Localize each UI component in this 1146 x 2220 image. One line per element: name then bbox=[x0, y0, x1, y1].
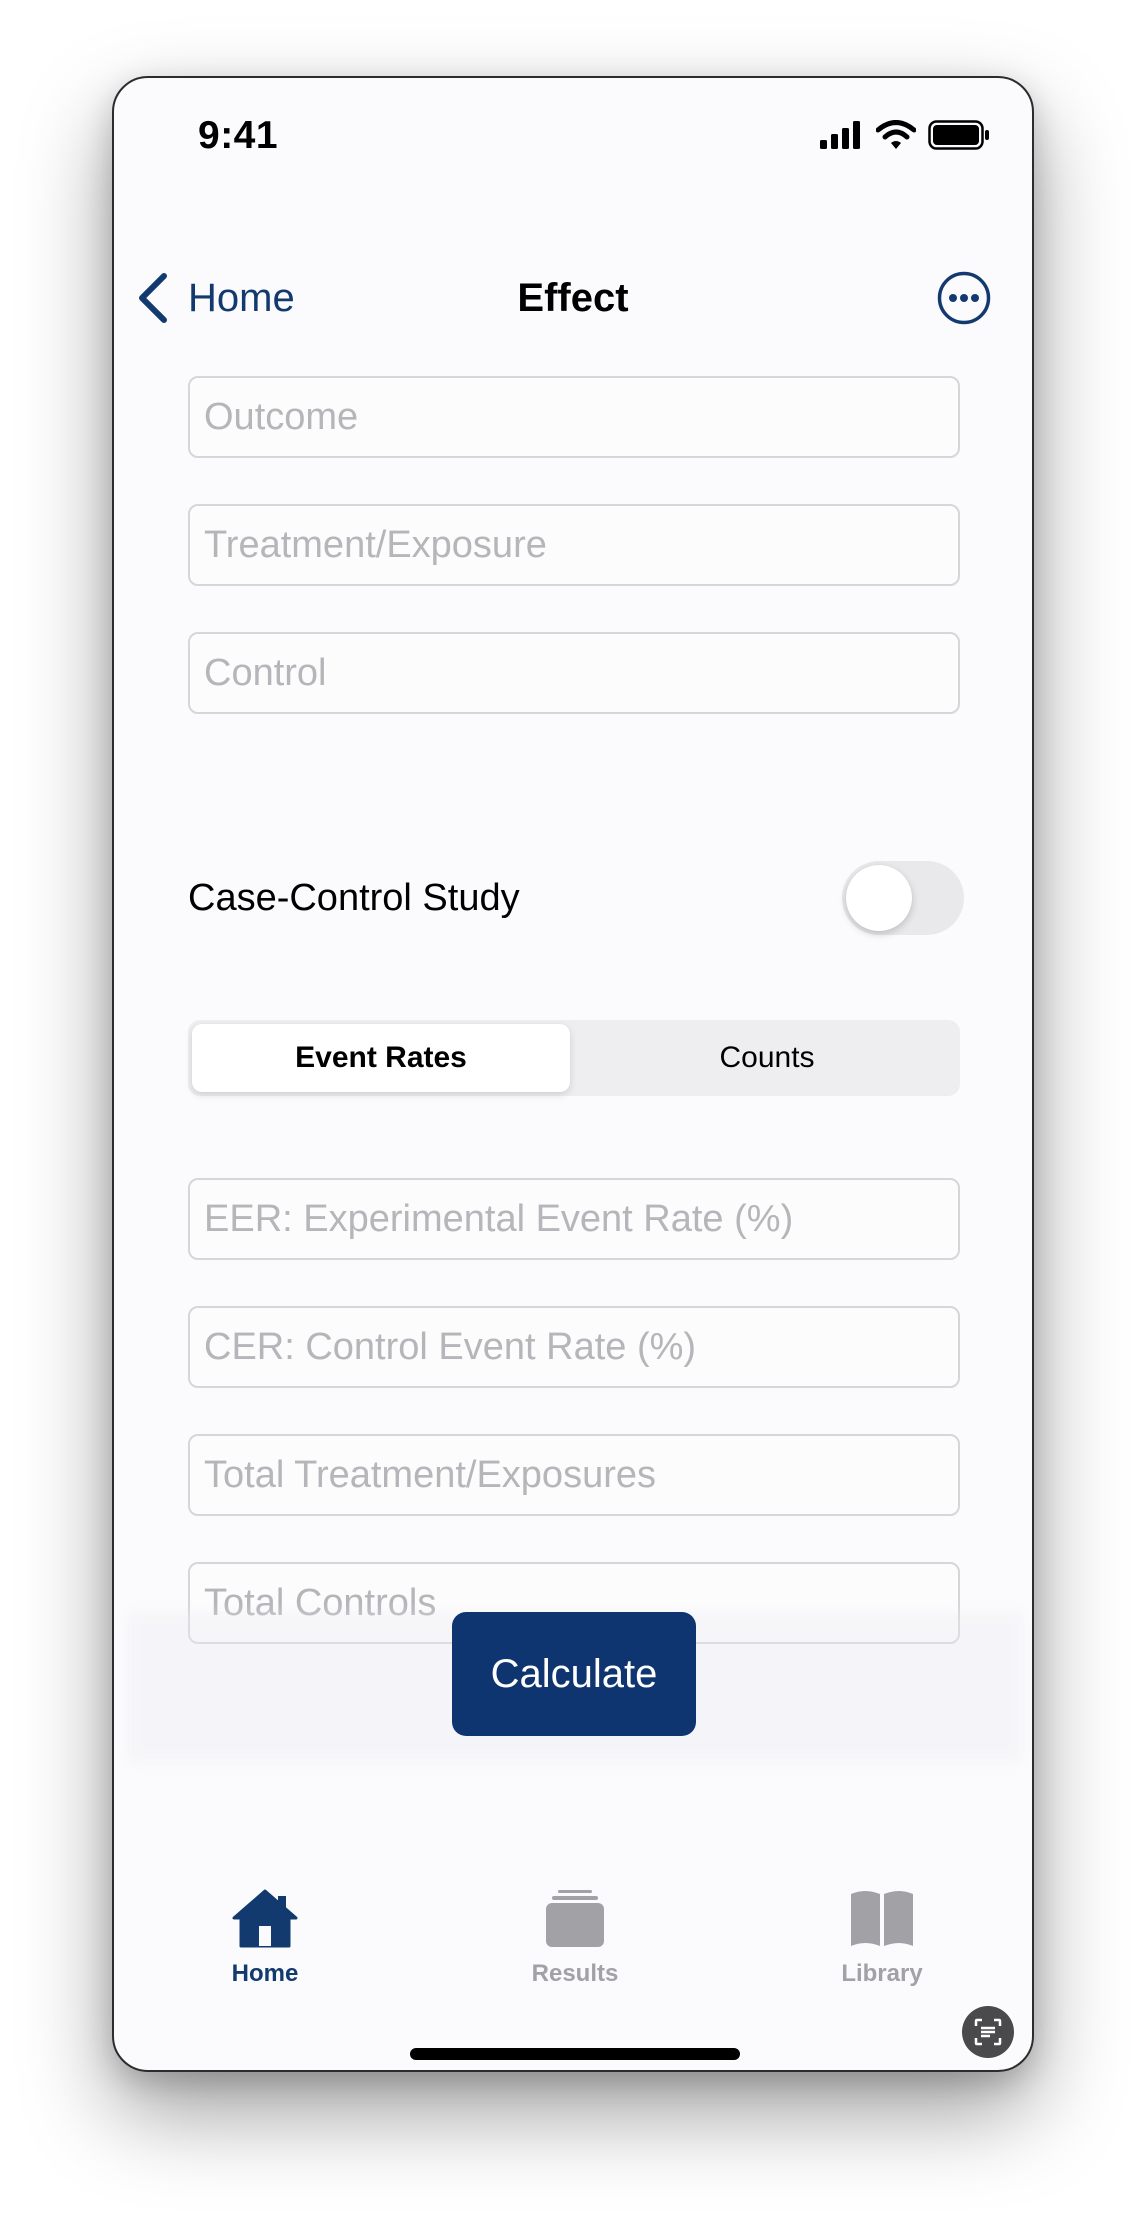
tab-home[interactable]: Home bbox=[165, 1888, 365, 1998]
cer-field[interactable] bbox=[188, 1306, 960, 1388]
phone-screen: 9:41 Home Effect Outcome Treatment/Expos… bbox=[112, 76, 1034, 2072]
house-icon bbox=[232, 1889, 298, 1948]
tab-home-label: Home bbox=[231, 1960, 299, 1987]
home-indicator bbox=[410, 2048, 740, 2060]
cellular-signal-icon bbox=[820, 121, 860, 149]
scan-text-button[interactable] bbox=[962, 2006, 1014, 2058]
segment-counts[interactable]: Counts bbox=[578, 1024, 956, 1092]
tab-library[interactable]: Library bbox=[782, 1888, 982, 1998]
status-bar: 9:41 bbox=[114, 78, 1032, 188]
tab-bar: Home Results Library bbox=[114, 1888, 1032, 1998]
total-treatment-exposures-field[interactable] bbox=[188, 1434, 960, 1516]
chevron-left-icon bbox=[139, 273, 167, 323]
tab-results[interactable]: Results bbox=[475, 1888, 675, 1998]
segment-event-rates[interactable]: Event Rates bbox=[192, 1024, 570, 1092]
case-control-label: Case-Control Study bbox=[188, 877, 520, 919]
control-field[interactable] bbox=[188, 632, 960, 714]
back-button[interactable]: Home bbox=[134, 268, 295, 328]
toggle-knob bbox=[846, 865, 912, 931]
status-time: 9:41 bbox=[198, 114, 279, 157]
input-mode-segmented-control: Event Rates Counts bbox=[188, 1020, 960, 1096]
navigation-bar: Home Effect bbox=[114, 268, 1032, 328]
battery-icon bbox=[928, 120, 989, 150]
case-control-row: Case-Control Study bbox=[188, 861, 964, 935]
tab-results-label: Results bbox=[531, 1960, 619, 1987]
stack-icon bbox=[546, 1890, 604, 1947]
more-options-icon[interactable] bbox=[936, 270, 992, 326]
eer-field[interactable] bbox=[188, 1178, 960, 1260]
case-control-toggle[interactable] bbox=[842, 861, 964, 935]
treatment-exposure-field[interactable] bbox=[188, 504, 960, 586]
status-icons bbox=[820, 120, 990, 150]
scan-text-icon bbox=[974, 2018, 1002, 2046]
wifi-icon bbox=[876, 120, 916, 149]
back-button-label: Home bbox=[188, 275, 295, 320]
calculate-button[interactable]: Calculate bbox=[452, 1612, 696, 1736]
tab-library-label: Library bbox=[841, 1960, 923, 1987]
book-icon bbox=[851, 1891, 913, 1946]
outcome-field[interactable] bbox=[188, 376, 960, 458]
